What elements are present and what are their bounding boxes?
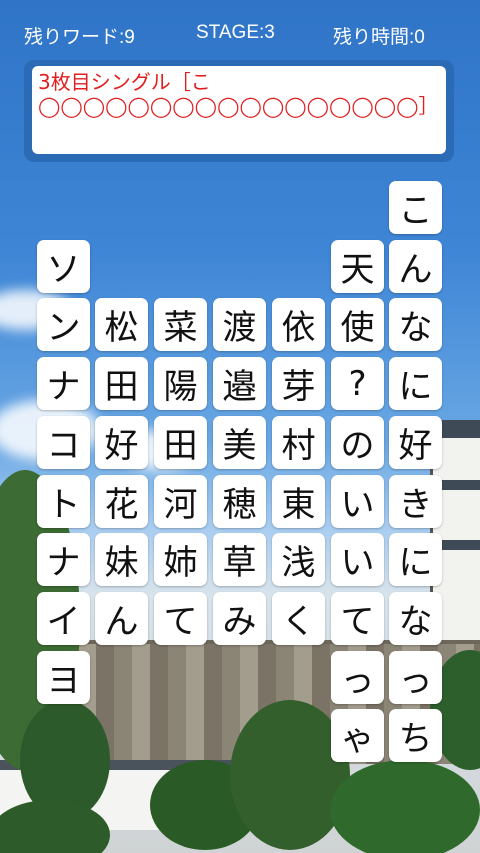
letter-tile[interactable]: 姉 [154, 533, 207, 586]
letter-tile[interactable]: こ [389, 181, 442, 234]
time-left-label: 残り時間:0 [333, 27, 425, 48]
letter-tile[interactable]: 村 [272, 416, 325, 469]
letter-tile[interactable]: 妹 [95, 533, 148, 586]
letter-tile[interactable]: ン [37, 298, 90, 351]
letter-tile[interactable]: の [331, 416, 384, 469]
letter-tile[interactable]: ナ [37, 357, 90, 410]
letter-tile[interactable]: 依 [272, 298, 325, 351]
letter-tile[interactable]: 天 [331, 240, 384, 293]
words-left-label: 残りワード:9 [24, 27, 135, 48]
letter-tile[interactable]: ヨ [37, 651, 90, 704]
letter-tile[interactable]: ゃ [331, 709, 384, 762]
letter-tile[interactable]: ん [389, 240, 442, 293]
letter-tile[interactable]: な [389, 592, 442, 645]
letter-tile[interactable]: み [213, 592, 266, 645]
letter-tile[interactable]: 松 [95, 298, 148, 351]
letter-tile[interactable]: く [272, 592, 325, 645]
letter-tile[interactable]: っ [331, 651, 384, 704]
letter-tile[interactable]: い [331, 533, 384, 586]
letter-tile[interactable]: い [331, 475, 384, 528]
letter-tile[interactable]: 美 [213, 416, 266, 469]
letter-tile[interactable]: 渡 [213, 298, 266, 351]
letter-tile[interactable]: ナ [37, 533, 90, 586]
letter-tile[interactable]: イ [37, 592, 90, 645]
letter-tile[interactable]: 浅 [272, 533, 325, 586]
letter-tile[interactable]: 好 [389, 416, 442, 469]
letter-tile[interactable]: 河 [154, 475, 207, 528]
letter-tile[interactable]: っ [389, 651, 442, 704]
letter-tile[interactable]: 邉 [213, 357, 266, 410]
letter-tile[interactable]: ? [331, 357, 384, 410]
letter-tile[interactable]: 花 [95, 475, 148, 528]
hint-text: 3枚目シングル［こ◯◯◯◯◯◯◯◯◯◯◯◯◯◯◯◯◯］ [32, 66, 446, 154]
letter-tile[interactable]: 芽 [272, 357, 325, 410]
stage-label: STAGE:3 [196, 22, 275, 43]
letter-tile[interactable]: き [389, 475, 442, 528]
letter-tile[interactable]: 使 [331, 298, 384, 351]
letter-tile[interactable]: ト [37, 475, 90, 528]
letter-tile[interactable]: ち [389, 709, 442, 762]
letter-tile[interactable]: な [389, 298, 442, 351]
letter-tile[interactable]: 菜 [154, 298, 207, 351]
letter-tile[interactable]: に [389, 533, 442, 586]
letter-tile[interactable]: 東 [272, 475, 325, 528]
letter-tile[interactable]: 陽 [154, 357, 207, 410]
letter-tile[interactable]: ん [95, 592, 148, 645]
letter-tile[interactable]: 草 [213, 533, 266, 586]
letter-tile[interactable]: 穂 [213, 475, 266, 528]
letter-tile[interactable]: 田 [154, 416, 207, 469]
hint-panel: 3枚目シングル［こ◯◯◯◯◯◯◯◯◯◯◯◯◯◯◯◯◯］ [24, 60, 454, 162]
letter-tile[interactable]: 好 [95, 416, 148, 469]
letter-tile[interactable]: て [154, 592, 207, 645]
letter-tile[interactable]: に [389, 357, 442, 410]
letter-tile[interactable]: コ [37, 416, 90, 469]
letter-tile[interactable]: て [331, 592, 384, 645]
letter-tile[interactable]: ソ [37, 240, 90, 293]
letter-tile[interactable]: 田 [95, 357, 148, 410]
